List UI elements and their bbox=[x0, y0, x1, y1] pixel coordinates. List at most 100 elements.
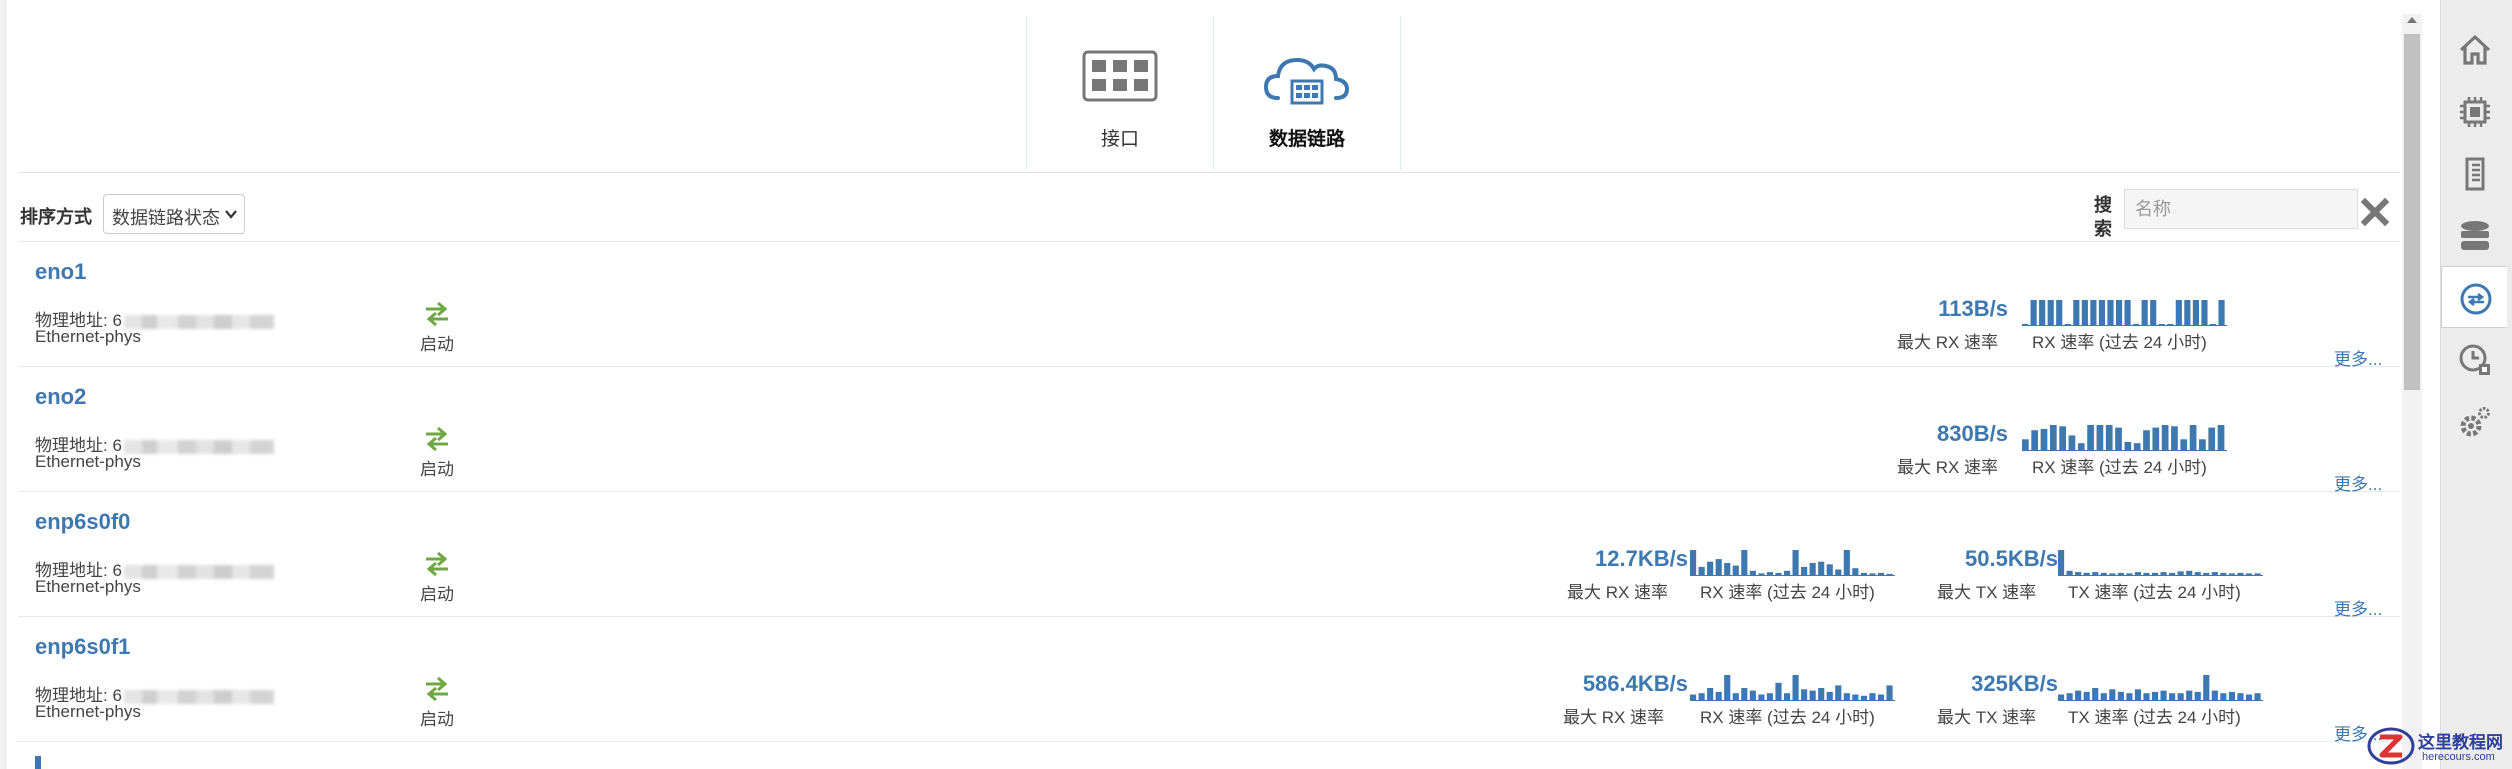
spark-bar bbox=[2186, 690, 2193, 701]
spark-bar bbox=[1843, 693, 1850, 701]
sort-label: 排序方式 bbox=[20, 207, 92, 227]
spark-bar bbox=[2022, 439, 2029, 451]
spark-bar bbox=[1732, 565, 1739, 576]
spark-bar bbox=[1724, 675, 1731, 701]
spark-bar bbox=[2160, 690, 2167, 701]
tab-datalinks[interactable]: 数据链路 bbox=[1213, 16, 1401, 170]
spark-bar bbox=[1801, 689, 1808, 701]
datalink-name[interactable]: eno2 bbox=[35, 384, 86, 410]
spark-bar bbox=[2058, 550, 2065, 576]
spark-bar bbox=[1818, 688, 1825, 701]
spark-bar bbox=[2208, 427, 2216, 451]
spark-bar bbox=[2237, 693, 2244, 701]
spark-bar bbox=[1835, 685, 1842, 701]
sort-select[interactable]: 数据链路状态 bbox=[103, 194, 245, 234]
spark-bar bbox=[1724, 563, 1731, 576]
spark-bar bbox=[2228, 691, 2235, 701]
state-arrows-icon bbox=[426, 677, 448, 701]
spark-bar bbox=[1869, 693, 1876, 701]
scroll-up-arrow-icon[interactable] bbox=[2406, 14, 2418, 26]
rx-sparkline bbox=[2022, 300, 2227, 326]
rx-sparkline-label: RX 速率 (过去 24 小时) bbox=[2032, 333, 2207, 352]
spark-bar bbox=[2184, 300, 2191, 326]
spark-bar bbox=[2169, 693, 2176, 701]
spark-bar bbox=[2177, 693, 2184, 701]
spark-bar bbox=[2189, 425, 2197, 451]
spark-bar bbox=[1783, 693, 1791, 701]
watermark: 这里教程网 herecours.com bbox=[2360, 723, 2510, 769]
sidebar-network[interactable] bbox=[2441, 266, 2507, 328]
spark-bar bbox=[2192, 300, 2199, 326]
sidebar-processor[interactable] bbox=[2441, 80, 2507, 142]
spark-bar bbox=[2100, 693, 2107, 701]
spark-bar bbox=[1707, 561, 1714, 576]
spark-bar bbox=[2141, 300, 2148, 326]
state-arrows-icon bbox=[426, 427, 448, 451]
rx-sparkline-label: RX 速率 (过去 24 小时) bbox=[2032, 458, 2207, 477]
spark-bar bbox=[1826, 691, 1833, 701]
datalink-type: Ethernet-phys bbox=[35, 702, 141, 721]
grid-icon bbox=[1082, 50, 1158, 102]
spark-bar bbox=[2199, 439, 2206, 451]
spark-bar bbox=[1698, 693, 1705, 701]
sidebar-memory[interactable] bbox=[2441, 142, 2507, 204]
spark-bar bbox=[2126, 693, 2133, 701]
tab-interfaces[interactable]: 接口 bbox=[1026, 16, 1214, 170]
spark-bar bbox=[2150, 300, 2157, 326]
spark-bar bbox=[2180, 439, 2188, 451]
scheduled-tasks-icon bbox=[2459, 344, 2490, 375]
sidebar-settings[interactable] bbox=[2441, 390, 2507, 452]
main-content: 接口 数据链路 排序方式 数据链路状态 搜索 eno1 物理地址: 6 Ethe… bbox=[0, 0, 2400, 769]
rx-sparkline bbox=[2022, 425, 2227, 451]
tx-sparkline bbox=[2058, 675, 2263, 701]
spark-bar bbox=[2090, 300, 2097, 326]
sidebar-home[interactable] bbox=[2441, 18, 2507, 80]
spark-bar bbox=[2152, 427, 2160, 451]
chevron-down-icon bbox=[225, 210, 237, 219]
mac-address-redacted bbox=[123, 439, 274, 454]
tx-max-label: 最大 TX 速率 bbox=[1937, 708, 2037, 727]
home-icon bbox=[2459, 34, 2491, 65]
rx-sparkline-label: RX 速率 (过去 24 小时) bbox=[1700, 708, 1875, 727]
rx-sparkline bbox=[1690, 675, 1895, 701]
watermark-subtitle: herecours.com bbox=[2422, 751, 2495, 763]
search-input[interactable] bbox=[2124, 189, 2358, 229]
spark-bar bbox=[2115, 427, 2122, 451]
spark-bar bbox=[1698, 566, 1705, 576]
spark-bar bbox=[2077, 443, 2085, 451]
datalink-state: 启动 bbox=[420, 710, 454, 729]
rx-max-label: 最大 RX 速率 bbox=[1563, 708, 1665, 727]
spark-bar bbox=[2117, 691, 2124, 701]
spark-bar bbox=[2220, 693, 2227, 701]
datalink-type: Ethernet-phys bbox=[35, 577, 141, 596]
spark-bar bbox=[1707, 688, 1714, 701]
spark-bar bbox=[1818, 561, 1825, 576]
sidebar-scheduled-tasks[interactable] bbox=[2441, 328, 2507, 390]
rx-max-value: 830B/s bbox=[1937, 421, 2008, 446]
spark-bar bbox=[1843, 550, 1850, 576]
datalink-row: enp6s0f1 物理地址: 6 Ethernet-phys 启动 586.4K… bbox=[18, 617, 2400, 744]
spark-bar bbox=[1775, 682, 1782, 701]
scrollbar-thumb[interactable] bbox=[2404, 34, 2420, 390]
clear-search-icon[interactable] bbox=[2360, 194, 2390, 230]
datalink-name[interactable]: enp6s0f0 bbox=[35, 509, 130, 535]
tx-sparkline-label: TX 速率 (过去 24 小时) bbox=[2068, 708, 2241, 727]
spark-bar bbox=[2203, 675, 2210, 701]
spark-bar bbox=[1766, 693, 1774, 701]
sidebar-storage[interactable] bbox=[2441, 204, 2507, 266]
spark-bar bbox=[2109, 689, 2116, 701]
tx-max-value: 325KB/s bbox=[1971, 671, 2058, 696]
spark-bar bbox=[1715, 559, 1722, 576]
datalink-row: eno1 物理地址: 6 Ethernet-phys 启动 113B/s 最大 … bbox=[18, 242, 2400, 369]
spark-bar bbox=[2201, 300, 2208, 326]
spark-bar bbox=[2087, 425, 2094, 451]
memory-icon bbox=[2465, 157, 2485, 191]
spark-bar bbox=[2134, 689, 2142, 701]
spark-bar bbox=[1809, 690, 1816, 701]
datalink-name[interactable]: enp6s0f1 bbox=[35, 634, 130, 660]
tx-max-label: 最大 TX 速率 bbox=[1937, 583, 2037, 602]
datalink-row: eno2 物理地址: 6 Ethernet-phys 启动 830B/s 最大 … bbox=[18, 367, 2400, 494]
spark-bar bbox=[1732, 693, 1739, 701]
datalink-name[interactable]: eno1 bbox=[35, 259, 86, 285]
spark-bar bbox=[2151, 691, 2159, 701]
